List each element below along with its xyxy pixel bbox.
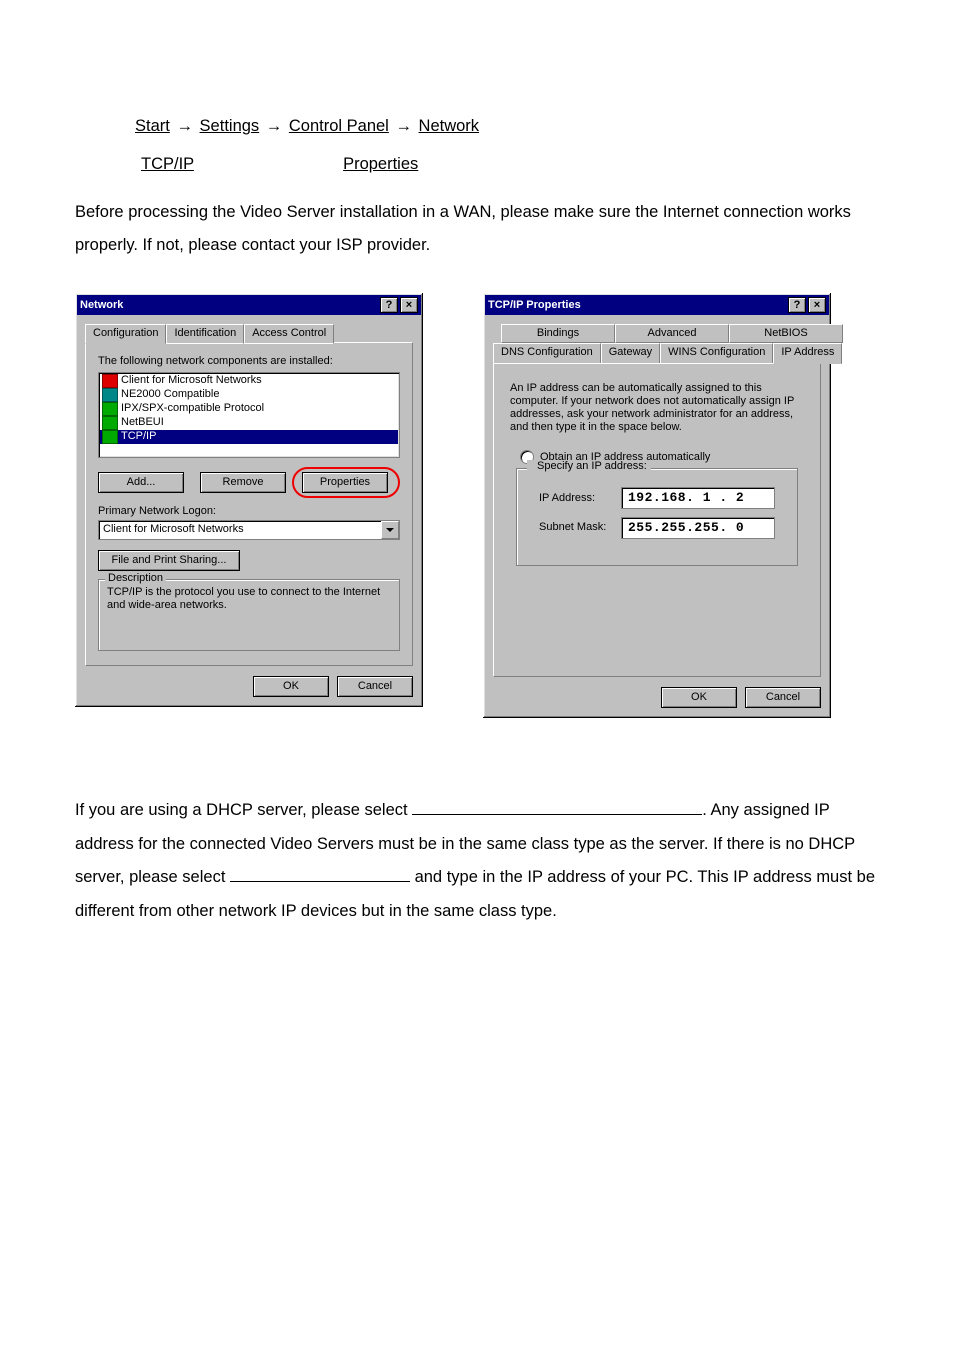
close-button[interactable]: × — [400, 297, 418, 313]
ok-button[interactable]: OK — [253, 676, 329, 697]
subnet-mask-input[interactable]: 255.255.255. 0 — [621, 517, 775, 539]
tab-ip-address[interactable]: IP Address — [773, 343, 842, 363]
radio-label: Specify an IP address: — [537, 460, 647, 473]
ip-address-label: IP Address: — [539, 492, 621, 505]
footer-text-1: If you are using a DHCP server, please s… — [75, 801, 412, 819]
cancel-button[interactable]: Cancel — [337, 676, 413, 697]
radio-specify[interactable]: Specify an IP address: — [527, 460, 651, 473]
path-properties: Properties — [343, 155, 418, 173]
tab-advanced[interactable]: Advanced — [615, 324, 729, 343]
list-item[interactable]: IPX/SPX-compatible Protocol — [100, 402, 398, 416]
components-listbox[interactable]: Client for Microsoft Networks NE2000 Com… — [98, 372, 400, 458]
tab-gateway[interactable]: Gateway — [601, 343, 660, 363]
primary-logon-label: Primary Network Logon: — [98, 505, 400, 518]
dialog-title: TCP/IP Properties — [488, 299, 786, 312]
client-icon — [102, 374, 118, 388]
tab-netbios[interactable]: NetBIOS — [729, 324, 843, 343]
ok-button[interactable]: OK — [661, 687, 737, 708]
footer-paragraph: If you are using a DHCP server, please s… — [75, 794, 879, 929]
list-item-label: Client for Microsoft Networks — [121, 374, 262, 387]
components-label: The following network components are ins… — [98, 355, 400, 368]
combo-value: Client for Microsoft Networks — [99, 523, 381, 536]
primary-logon-combo[interactable]: Client for Microsoft Networks — [98, 520, 400, 540]
path-control-panel: Control Panel — [289, 117, 389, 135]
chevron-down-icon[interactable] — [381, 521, 399, 539]
list-item-label: NE2000 Compatible — [121, 388, 219, 401]
info-text: An IP address can be automatically assig… — [510, 382, 804, 435]
tab-dns[interactable]: DNS Configuration — [493, 343, 601, 363]
description-group: Description TCP/IP is the protocol you u… — [98, 579, 400, 651]
intro-paragraph: Before processing the Video Server insta… — [75, 196, 879, 264]
ip-address-input[interactable]: 192.168. 1 . 2 — [621, 487, 775, 509]
list-item-label: TCP/IP — [121, 430, 156, 443]
dialog-title: Network — [80, 299, 378, 312]
arrow-icon: → — [266, 117, 283, 135]
help-button[interactable]: ? — [788, 297, 806, 313]
list-item[interactable]: Client for Microsoft Networks — [100, 374, 398, 388]
blank-line — [230, 881, 410, 882]
tab-configuration[interactable]: Configuration — [85, 324, 166, 344]
protocol-icon — [102, 430, 118, 444]
path-start: Start — [135, 117, 170, 135]
close-button[interactable]: × — [808, 297, 826, 313]
protocol-icon — [102, 416, 118, 430]
description-text: TCP/IP is the protocol you use to connec… — [107, 586, 380, 611]
add-button[interactable]: Add... — [98, 472, 184, 493]
help-button[interactable]: ? — [380, 297, 398, 313]
list-item[interactable]: NE2000 Compatible — [100, 388, 398, 402]
adapter-icon — [102, 388, 118, 402]
path-settings: Settings — [200, 117, 260, 135]
list-item-selected[interactable]: TCP/IP — [100, 430, 398, 444]
tab-access-control[interactable]: Access Control — [244, 324, 334, 344]
description-legend: Description — [105, 572, 166, 585]
protocol-icon — [102, 402, 118, 416]
list-item-label: NetBEUI — [121, 416, 164, 429]
list-item[interactable]: NetBEUI — [100, 416, 398, 430]
file-print-sharing-button[interactable]: File and Print Sharing... — [98, 550, 240, 571]
tcpip-dialog: TCP/IP Properties ? × Bindings Advanced … — [483, 293, 831, 718]
specify-ip-group: Specify an IP address: IP Address: 192.1… — [516, 468, 798, 565]
breadcrumb: Start → Settings → Control Panel → Netwo… — [75, 110, 879, 144]
titlebar[interactable]: Network ? × — [77, 295, 421, 315]
tab-identification[interactable]: Identification — [166, 324, 244, 344]
properties-button[interactable]: Properties — [302, 472, 388, 493]
path-network: Network — [419, 117, 480, 135]
tab-bindings[interactable]: Bindings — [501, 324, 615, 343]
remove-button[interactable]: Remove — [200, 472, 286, 493]
network-dialog: Network ? × Configuration Identification… — [75, 293, 423, 707]
tab-wins[interactable]: WINS Configuration — [660, 343, 773, 363]
list-item-label: IPX/SPX-compatible Protocol — [121, 402, 264, 415]
path-tcpip: TCP/IP — [141, 155, 194, 173]
arrow-icon: → — [176, 117, 193, 135]
breadcrumb-sub: TCP/IP Properties — [75, 148, 879, 182]
titlebar[interactable]: TCP/IP Properties ? × — [485, 295, 829, 315]
subnet-mask-label: Subnet Mask: — [539, 521, 621, 534]
arrow-icon: → — [395, 117, 412, 135]
cancel-button[interactable]: Cancel — [745, 687, 821, 708]
blank-line — [412, 814, 702, 815]
